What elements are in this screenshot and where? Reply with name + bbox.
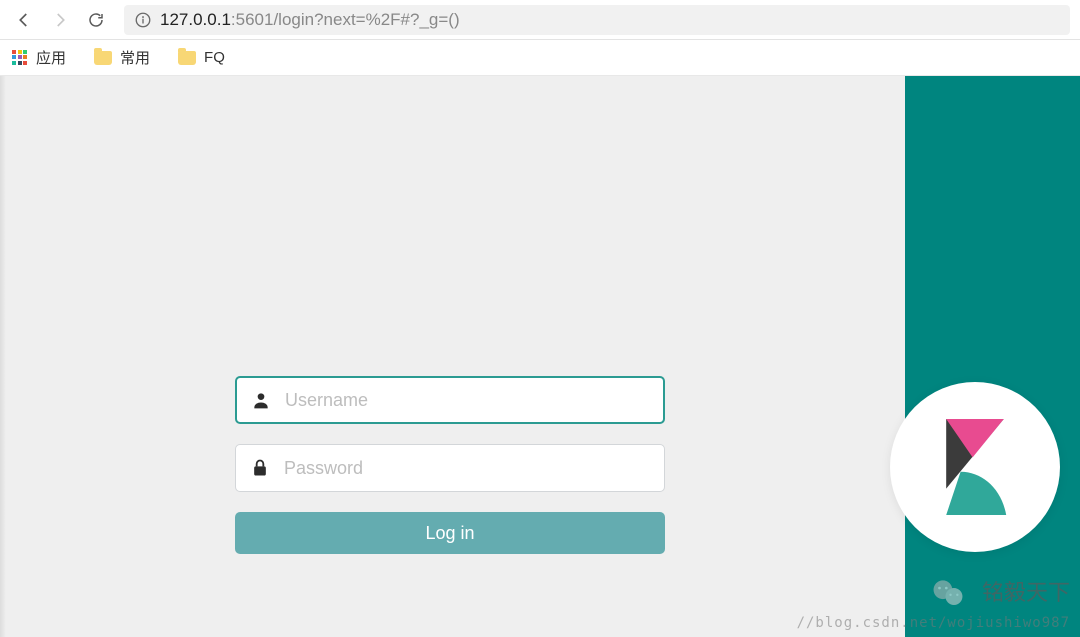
bookmark-apps[interactable]: 应用: [12, 47, 66, 68]
url-path: :5601/login?next=%2F#?_g=(): [231, 10, 460, 30]
bookmark-folder-1-label: 常用: [120, 47, 150, 68]
site-info-icon[interactable]: [134, 11, 152, 29]
watermark-url: //blog.csdn.net/wojiushiwo987: [797, 615, 1070, 631]
kibana-logo: [890, 382, 1060, 552]
lock-icon: [250, 458, 270, 478]
user-icon: [251, 390, 271, 410]
login-button[interactable]: Log in: [235, 512, 665, 554]
bookmark-folder-fq[interactable]: FQ: [178, 49, 225, 66]
watermark-name: 铭毅天下: [982, 575, 1070, 607]
bookmark-folder-2-label: FQ: [204, 49, 225, 66]
address-bar[interactable]: 127.0.0.1:5601/login?next=%2F#?_g=(): [124, 5, 1070, 35]
password-field-wrap[interactable]: [235, 444, 665, 492]
arrow-left-icon: [15, 11, 33, 29]
arrow-right-icon: [51, 11, 69, 29]
bookmark-folder-changyong[interactable]: 常用: [94, 47, 150, 68]
back-button[interactable]: [10, 6, 38, 34]
url-host: 127.0.0.1: [160, 10, 231, 30]
brand-stripe: [905, 76, 1080, 637]
wechat-icon: [931, 577, 965, 611]
page-shadow: [0, 76, 6, 637]
folder-icon: [178, 51, 196, 65]
kibana-k-icon: [935, 419, 1015, 515]
reload-button[interactable]: [82, 6, 110, 34]
page-content: Log in 铭毅天下 //blog.csdn.net/wojiushiwo98…: [0, 76, 1080, 637]
username-field-wrap[interactable]: [235, 376, 665, 424]
password-input[interactable]: [284, 458, 650, 479]
bookmarks-bar: 应用 常用 FQ: [0, 40, 1080, 76]
folder-icon: [94, 51, 112, 65]
browser-toolbar: 127.0.0.1:5601/login?next=%2F#?_g=(): [0, 0, 1080, 40]
username-input[interactable]: [285, 390, 649, 411]
bookmark-apps-label: 应用: [36, 47, 66, 68]
forward-button: [46, 6, 74, 34]
reload-icon: [87, 11, 105, 29]
apps-grid-icon: [12, 50, 28, 66]
login-form: Log in: [235, 376, 665, 554]
